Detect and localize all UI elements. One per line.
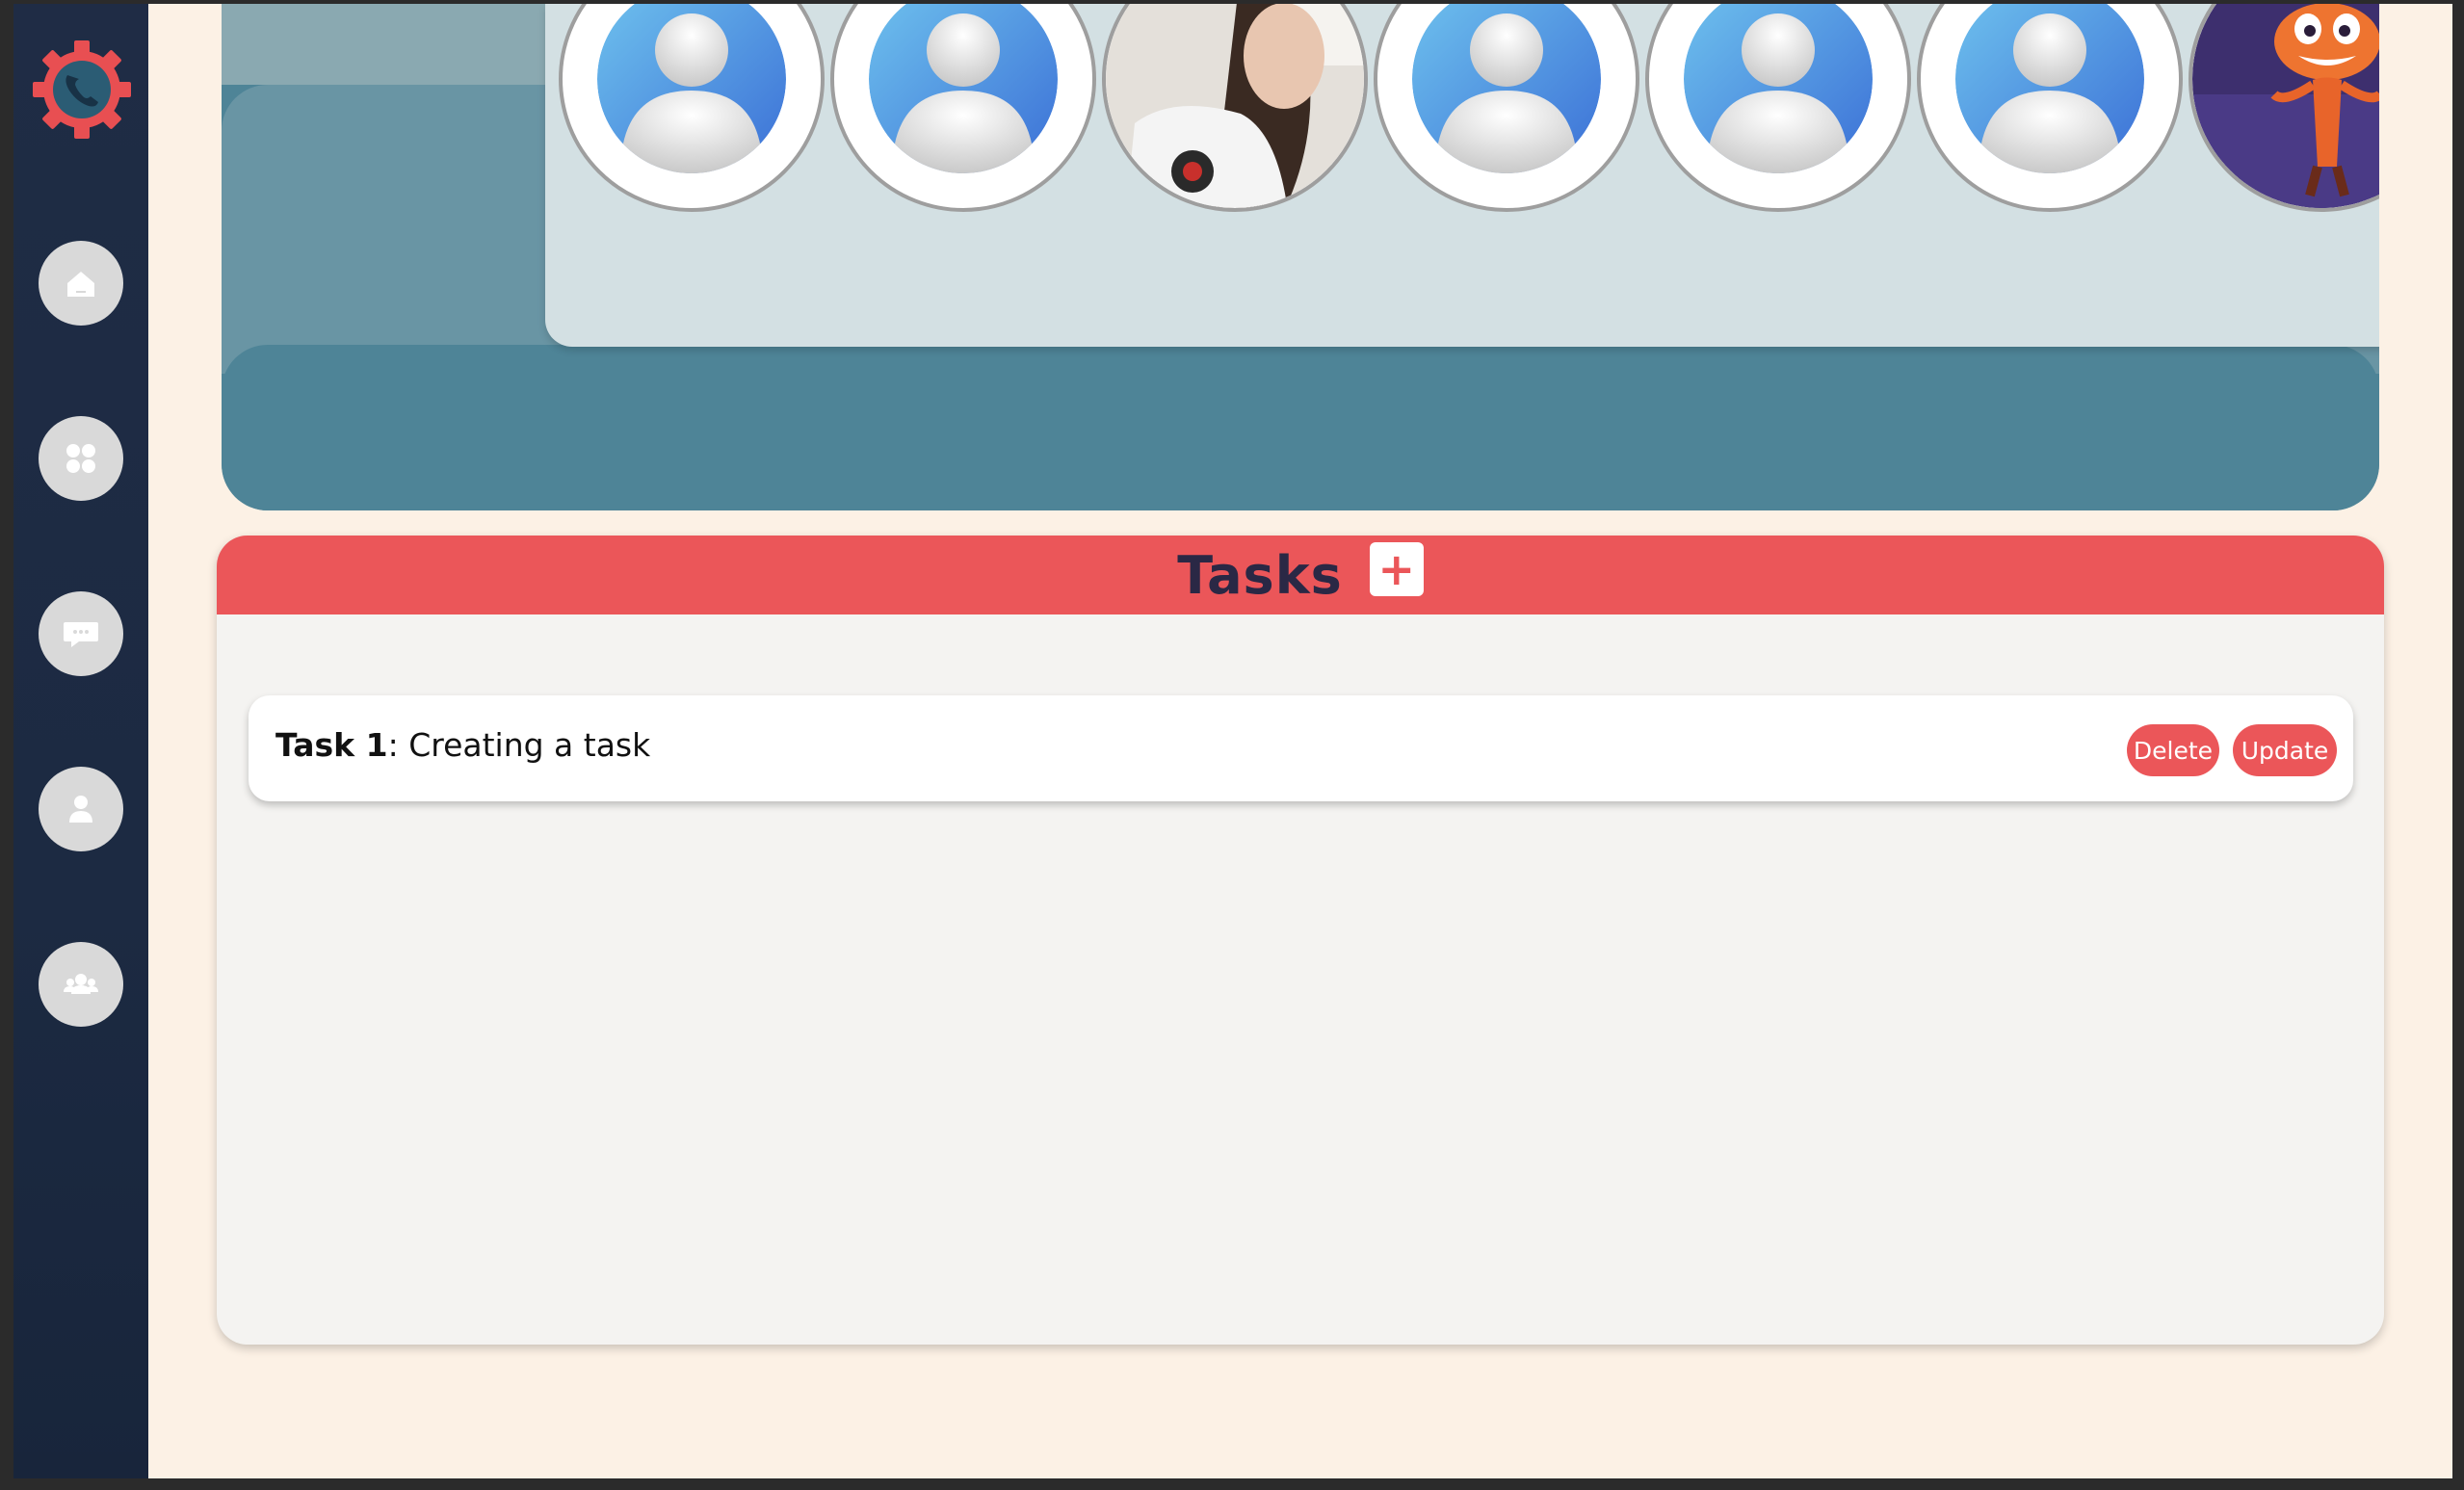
member-avatar[interactable] [830,4,1096,212]
member-avatar[interactable] [1374,4,1639,212]
nav-profile[interactable] [39,767,123,851]
tasks-header: Tasks + [217,536,2384,614]
gear-phone-logo-icon[interactable] [29,37,135,143]
nav-home[interactable] [39,241,123,326]
update-task-button[interactable]: Update [2233,724,2337,776]
chat-icon [64,622,98,647]
app-window: Tasks + Task 1: Creating a task Delete U… [13,4,2452,1478]
nav-apps[interactable] [39,416,123,501]
task-text: Task 1: Creating a task [275,726,650,764]
nav-chat[interactable] [39,591,123,676]
task-item: Task 1: Creating a task Delete Update [249,695,2353,801]
members-card [545,4,2379,347]
user-icon [69,796,92,823]
team-icon [64,974,98,994]
task-description: Creating a task [398,726,651,764]
member-avatar[interactable] [1102,4,1368,212]
default-avatar-icon [1684,4,1873,173]
default-avatar-icon [597,4,786,173]
sidebar [13,4,148,1478]
member-avatar[interactable] [1645,4,1911,212]
banner-low [222,345,2379,510]
task-name: Task 1 [275,726,388,764]
member-avatar[interactable] [559,4,825,212]
tasks-title: Tasks [1177,544,1343,606]
member-avatar[interactable] [1917,4,2183,212]
member-avatar[interactable] [2189,4,2379,212]
default-avatar-icon [869,4,1058,173]
home-icon [67,272,94,297]
task-separator: : [387,726,399,764]
add-task-button[interactable]: + [1369,542,1424,596]
tasks-panel: Tasks + Task 1: Creating a task Delete U… [217,536,2384,1345]
default-avatar-icon [1955,4,2144,173]
default-avatar-icon [1412,4,1601,173]
team-banner [222,4,2379,510]
delete-task-button[interactable]: Delete [2127,724,2219,776]
nav-team[interactable] [39,942,123,1027]
apps-icon [66,444,95,473]
user-photo-girl-icon [1106,4,1364,208]
user-photo-cartoon-icon [2192,4,2379,208]
